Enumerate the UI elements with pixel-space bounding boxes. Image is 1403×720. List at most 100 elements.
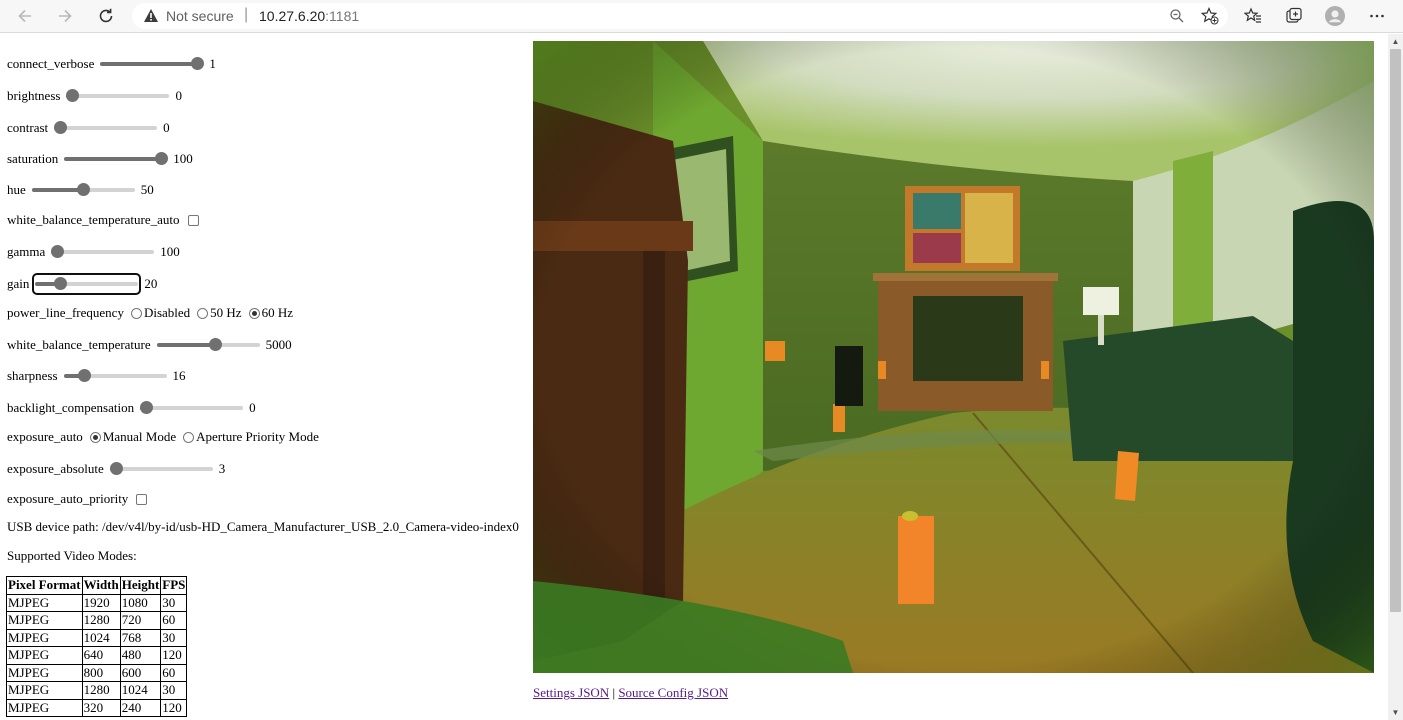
radio-label: Disabled	[143, 305, 191, 320]
exposure-absolute-slider[interactable]	[109, 461, 213, 477]
gain-slider[interactable]	[32, 273, 142, 295]
control-exposure-auto: exposure_auto Manual Mode Aperture Prior…	[7, 427, 319, 447]
video-modes-table: Pixel Format Width Height FPS MJPEG 1920 1…	[6, 576, 188, 717]
zoom-icon[interactable]	[1167, 7, 1187, 25]
slider-thumb[interactable]	[191, 57, 205, 70]
table-row: MJPEG 800 600 60	[6, 663, 188, 682]
control-label: gain	[7, 276, 30, 291]
brightness-slider[interactable]	[66, 88, 170, 104]
table-cell: 1024	[119, 681, 162, 700]
radio-button[interactable]	[130, 307, 142, 319]
control-label: hue	[7, 182, 26, 197]
table-row: MJPEG 1280 720 60	[6, 611, 188, 630]
table-cell: 600	[119, 663, 162, 682]
gamma-slider[interactable]	[51, 244, 155, 260]
camera-stream-image	[533, 41, 1374, 673]
settings-json-link[interactable]: Settings JSON	[533, 685, 609, 700]
table-row: MJPEG 640 480 120	[6, 646, 188, 665]
usb-device-path: USB device path: /dev/v4l/by-id/usb-HD_C…	[7, 519, 519, 534]
table-cell: MJPEG	[6, 698, 83, 717]
slider-thumb[interactable]	[54, 121, 68, 134]
slider-thumb[interactable]	[155, 152, 169, 165]
control-label: exposure_auto_priority	[7, 491, 129, 506]
table-cell: MJPEG	[6, 593, 83, 612]
address-bar[interactable]: Not secure | 10.27.6.20:1181	[132, 3, 1228, 29]
slider-thumb[interactable]	[53, 277, 67, 290]
control-saturation: saturation 100	[7, 149, 193, 169]
contrast-slider[interactable]	[54, 120, 158, 136]
slider-thumb[interactable]	[208, 338, 222, 351]
radio-label: 60 Hz	[261, 305, 294, 320]
white-balance-temperature-slider[interactable]	[156, 337, 260, 353]
table-cell: 320	[81, 698, 121, 717]
table-header-row: Pixel Format Width Height FPS	[6, 576, 188, 595]
page-scrollbar[interactable]: ▲ ▼	[1388, 34, 1403, 720]
table-cell: 1280	[81, 611, 121, 630]
table-cell: MJPEG	[6, 646, 83, 665]
table-cell: 1280	[81, 681, 121, 700]
forward-icon[interactable]	[52, 4, 78, 28]
table-cell: MJPEG	[6, 681, 83, 700]
slider-thumb[interactable]	[77, 183, 91, 196]
saturation-slider[interactable]	[64, 151, 169, 167]
sharpness-slider[interactable]	[63, 368, 167, 384]
control-value: 1	[209, 56, 216, 71]
scrollbar-thumb[interactable]	[1390, 49, 1401, 612]
url-port: :1181	[325, 8, 360, 24]
favorites-icon[interactable]	[1240, 4, 1266, 28]
table-cell: MJPEG	[6, 663, 83, 682]
control-value: 3	[218, 461, 226, 476]
connect-verbose-slider[interactable]	[100, 56, 205, 72]
refresh-icon[interactable]	[93, 4, 119, 28]
control-label: brightness	[7, 88, 61, 103]
control-label: sharpness	[7, 368, 58, 383]
backlight-compensation-slider[interactable]	[140, 400, 244, 416]
slider-thumb[interactable]	[140, 401, 154, 414]
power-line-frequency-option-60hz[interactable]: 60 Hz	[248, 305, 294, 321]
control-value: 0	[249, 400, 256, 415]
slider-thumb[interactable]	[51, 245, 65, 258]
radio-button-selected[interactable]	[89, 431, 101, 443]
exposure-auto-priority-checkbox[interactable]	[136, 493, 148, 505]
table-cell: 30	[160, 593, 188, 612]
control-connect-verbose: connect_verbose 1	[7, 54, 216, 74]
control-label: exposure_absolute	[7, 461, 104, 476]
radio-label: Aperture Priority Mode	[196, 429, 319, 444]
table-cell: 1024	[81, 628, 121, 647]
scroll-up-icon[interactable]: ▲	[1391, 37, 1400, 46]
table-cell: 800	[81, 663, 121, 682]
table-row: MJPEG 1280 1024 30	[6, 681, 188, 700]
table-cell: 60	[160, 611, 188, 630]
more-options-icon[interactable]	[1364, 4, 1390, 28]
radio-label: 50 Hz	[210, 305, 242, 320]
power-line-frequency-option-disabled[interactable]: Disabled	[130, 305, 191, 321]
json-links: Settings JSON | Source Config JSON	[533, 685, 728, 701]
exposure-auto-option-manual[interactable]: Manual Mode	[89, 429, 177, 445]
control-value: 16	[172, 368, 186, 383]
slider-thumb[interactable]	[66, 89, 80, 102]
warning-icon[interactable]	[143, 8, 159, 28]
address-separator: |	[244, 6, 249, 23]
exposure-auto-option-aperture-priority[interactable]: Aperture Priority Mode	[183, 429, 319, 445]
back-icon[interactable]	[12, 4, 38, 28]
radio-label: Manual Mode	[102, 429, 177, 444]
control-value: 5000	[265, 337, 292, 352]
table-row: MJPEG 320 240 120	[6, 698, 188, 717]
hue-slider[interactable]	[31, 182, 135, 198]
column-header: Pixel Format	[6, 576, 83, 595]
radio-button-selected[interactable]	[248, 307, 260, 319]
add-favorite-icon[interactable]	[1200, 7, 1220, 25]
scroll-down-icon[interactable]: ▼	[1391, 708, 1400, 717]
radio-button[interactable]	[183, 431, 195, 443]
url-text[interactable]: 10.27.6.20:1181	[259, 8, 359, 24]
radio-button[interactable]	[197, 307, 209, 319]
profile-avatar-icon[interactable]	[1322, 4, 1348, 28]
slider-thumb[interactable]	[78, 369, 92, 382]
source-config-json-link[interactable]: Source Config JSON	[618, 685, 728, 700]
white-balance-temperature-auto-checkbox[interactable]	[187, 214, 199, 226]
collections-icon[interactable]	[1281, 4, 1307, 28]
control-gain: gain 20	[7, 273, 157, 295]
control-value: 50	[140, 182, 154, 197]
slider-thumb[interactable]	[109, 462, 123, 475]
power-line-frequency-option-50hz[interactable]: 50 Hz	[197, 305, 242, 321]
